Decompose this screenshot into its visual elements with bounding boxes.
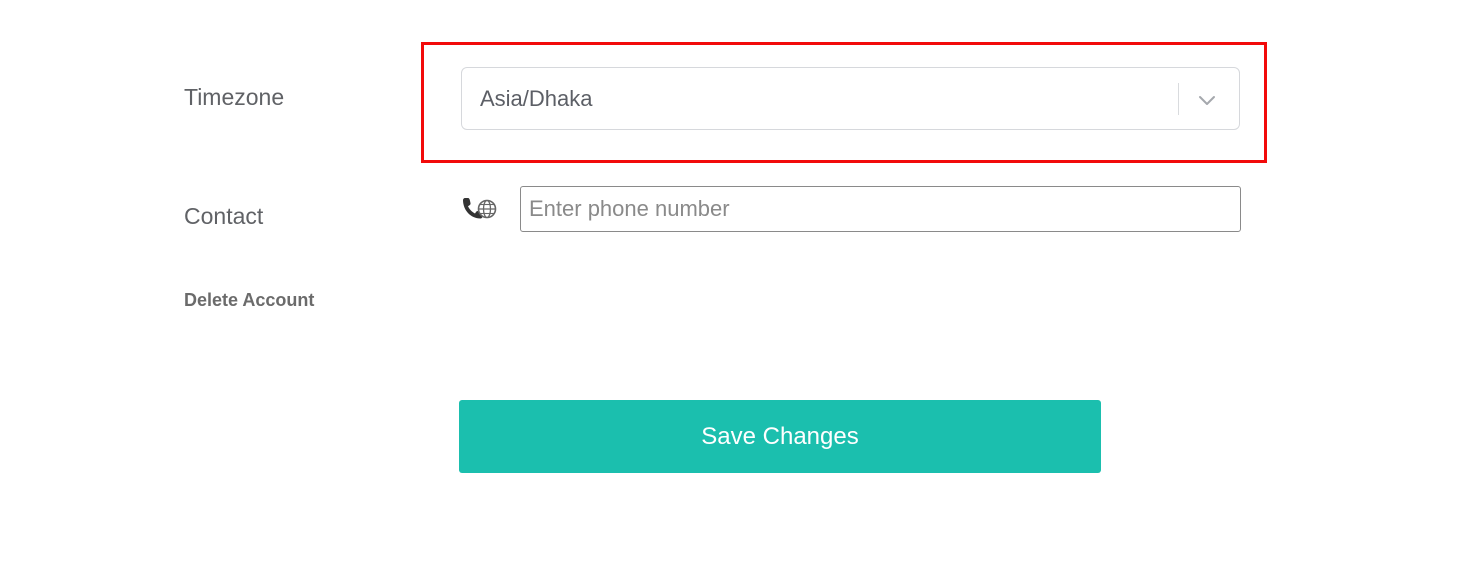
select-separator <box>1178 83 1179 115</box>
phone-globe-icon <box>463 198 497 219</box>
chevron-down-icon[interactable] <box>1196 89 1218 111</box>
phone-number-input[interactable] <box>520 186 1241 232</box>
timezone-selected-value: Asia/Dhaka <box>480 86 593 111</box>
contact-label: Contact <box>184 203 264 229</box>
timezone-label: Timezone <box>184 84 285 110</box>
settings-form: Timezone Asia/Dhaka Contact Delete Accou… <box>0 0 1482 578</box>
timezone-select[interactable]: Asia/Dhaka <box>461 67 1240 130</box>
save-changes-button[interactable]: Save Changes <box>459 400 1101 473</box>
delete-account-link[interactable]: Delete Account <box>184 290 314 311</box>
